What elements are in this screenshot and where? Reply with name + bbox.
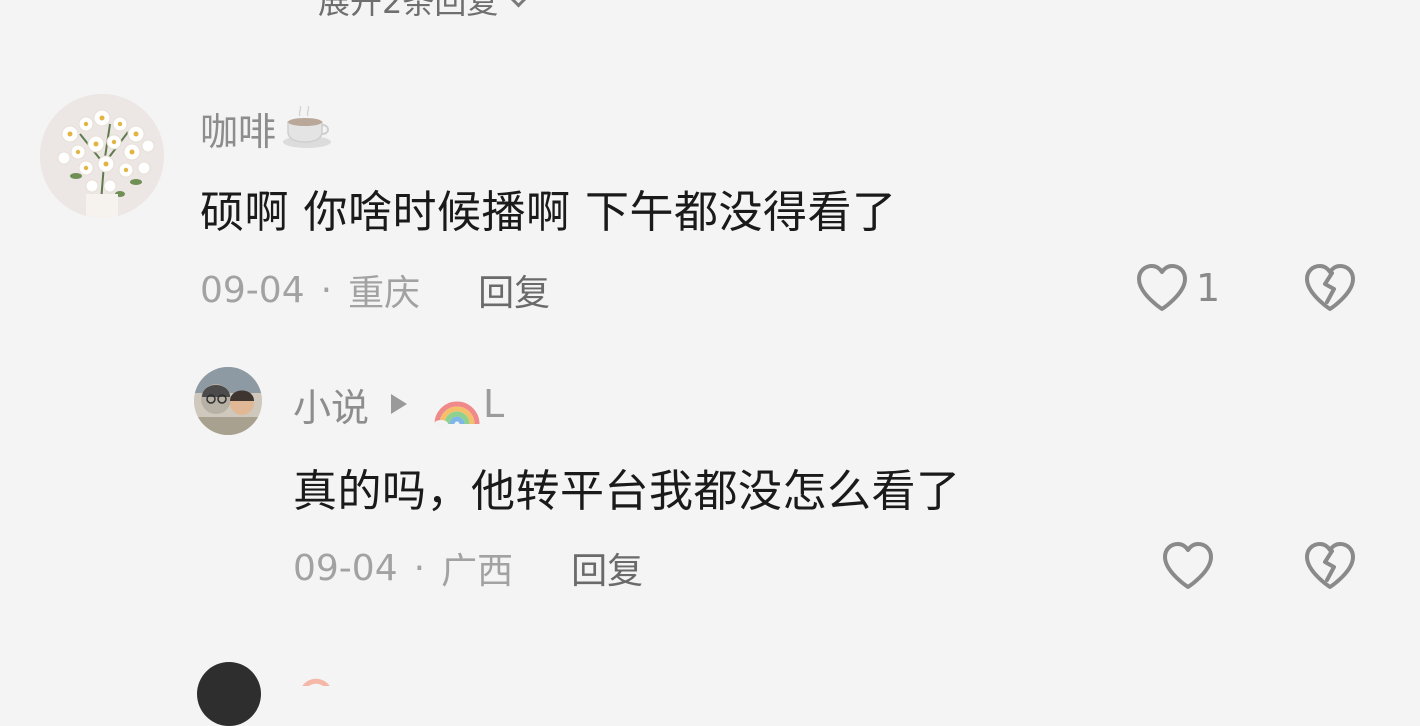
comment-date: 09-04 xyxy=(200,269,305,311)
flower-avatar-image xyxy=(40,94,164,218)
rainbow-icon xyxy=(434,401,480,428)
comment-location: 广西 xyxy=(441,551,514,592)
meta-separator: · xyxy=(320,269,333,311)
comment-location: 重庆 xyxy=(348,273,421,314)
partial-username xyxy=(300,666,331,690)
avatar[interactable] xyxy=(197,662,261,726)
coffee-cup-icon xyxy=(283,106,332,148)
like-count: 1 xyxy=(1196,266,1221,310)
avatar[interactable] xyxy=(194,367,262,435)
reply-to-username: L xyxy=(483,382,505,426)
chevron-down-icon xyxy=(506,0,531,8)
comment-date: 09-04 xyxy=(293,547,398,589)
heart-outline-icon xyxy=(1137,264,1187,311)
rainbow-icon xyxy=(301,678,331,690)
reply-button[interactable]: 回复 xyxy=(478,264,550,316)
comment-content: 硕啊 你啥时候播啊 下午都没得看了 xyxy=(200,187,897,238)
broken-heart-icon xyxy=(1305,264,1355,311)
username-text: 小说 xyxy=(293,385,370,430)
comment-meta: 09-04 · 重庆 回复 xyxy=(200,265,550,315)
comment-content: 真的吗，他转平台我都没怎么看了 xyxy=(293,466,961,517)
play-arrow-icon xyxy=(391,394,408,414)
expand-replies-label: 展开2条回复 xyxy=(318,0,499,21)
avatar[interactable] xyxy=(40,94,164,218)
heart-outline-icon xyxy=(1163,542,1213,589)
photo-avatar-image xyxy=(194,367,262,435)
username-text: 咖啡 xyxy=(200,109,277,154)
comment-meta: 09-04 · 广西 回复 xyxy=(293,543,643,593)
expand-replies-link[interactable]: 展开2条回复 xyxy=(318,0,531,21)
meta-separator: · xyxy=(413,547,426,589)
broken-heart-icon xyxy=(1305,542,1355,589)
comment-username[interactable]: 小说 L xyxy=(293,376,504,432)
reply-button[interactable]: 回复 xyxy=(571,542,643,594)
dislike-button[interactable] xyxy=(1302,262,1358,318)
like-button[interactable] xyxy=(1160,540,1216,596)
dislike-button[interactable] xyxy=(1302,540,1358,596)
comment-username[interactable]: 咖啡 xyxy=(200,100,334,156)
like-button[interactable]: 1 xyxy=(1134,262,1220,314)
